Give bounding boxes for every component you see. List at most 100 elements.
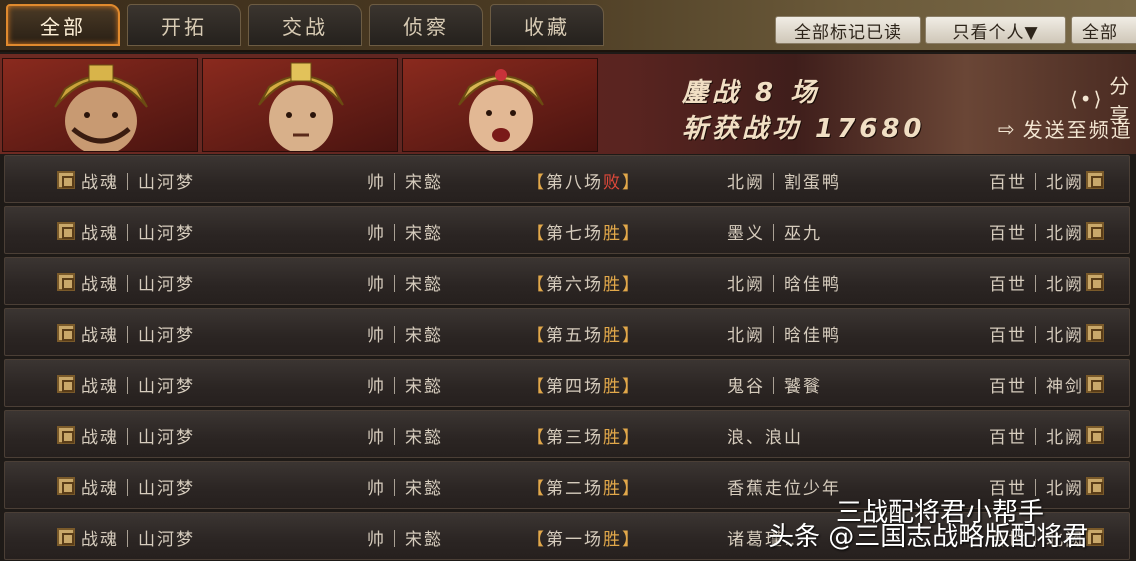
round-name: 第七场 xyxy=(546,223,603,244)
tab-favorite[interactable]: 收藏 xyxy=(490,4,604,46)
battle-row[interactable]: 战魂｜山河梦 帅｜宋懿 【 第四场胜 】 鬼谷｜饕餮 百世｜神剑 xyxy=(4,359,1130,407)
bracket-open: 【 xyxy=(527,325,546,346)
alliance-emblem-icon xyxy=(1086,222,1104,240)
battle-row[interactable]: 战魂｜山河梦 帅｜宋懿 【 第七场胜 】 墨义｜巫九 百世｜北阙 xyxy=(4,206,1130,254)
alliance-emblem-icon xyxy=(57,477,75,495)
filter-all-dropdown[interactable]: 全部 xyxy=(1071,16,1136,44)
left-team: 战魂｜山河梦 xyxy=(81,274,195,295)
result-badge: 败 xyxy=(603,172,622,193)
alliance-emblem-icon xyxy=(57,426,75,444)
alliance-emblem-icon xyxy=(57,375,75,393)
alliance-emblem-icon xyxy=(1086,528,1104,546)
filter-personal-dropdown[interactable]: 只看个人▼ xyxy=(925,16,1066,44)
right-general: 北阙｜割蛋鸭 xyxy=(727,172,841,193)
battle-summary-banner: 鏖战 8 场 斩获战功 17680 ⟨•⟩ 分享 ⇨ 发送至频道 xyxy=(0,54,1136,154)
round-label: 【 第一场胜 】 xyxy=(527,513,641,561)
result-badge: 胜 xyxy=(603,376,622,397)
left-team-cell: 战魂｜山河梦 xyxy=(57,258,195,306)
mark-all-read-button[interactable]: 全部标记已读 xyxy=(775,16,921,44)
right-general: 北阙｜晗佳鸭 xyxy=(727,325,841,346)
left-team: 战魂｜山河梦 xyxy=(81,223,195,244)
bracket-open: 【 xyxy=(527,478,546,499)
round-label: 【 第六场胜 】 xyxy=(527,258,641,306)
left-general: 帅｜宋懿 xyxy=(367,427,443,448)
alliance-emblem-icon xyxy=(57,528,75,546)
tab-scout[interactable]: 侦察 xyxy=(369,4,483,46)
right-team-cell: 百世｜神剑 xyxy=(989,360,1104,408)
result-badge: 胜 xyxy=(603,274,622,295)
bracket-close: 】 xyxy=(622,172,641,193)
right-team-cell: 百世｜北阙 xyxy=(989,411,1104,459)
general-portrait xyxy=(2,58,198,152)
tab-battle[interactable]: 交战 xyxy=(248,4,362,46)
round-name: 第五场 xyxy=(546,325,603,346)
bracket-open: 【 xyxy=(527,172,546,193)
round-label: 【 第八场败 】 xyxy=(527,156,641,204)
send-label: 发送至频道 xyxy=(1022,118,1133,142)
round-name: 第一场 xyxy=(546,529,603,550)
bracket-open: 【 xyxy=(527,427,546,448)
right-team: 百世｜北阙 xyxy=(989,427,1084,448)
right-general: 香蕉走位少年 xyxy=(727,478,841,499)
right-team-cell: 百世｜北阙 xyxy=(989,156,1104,204)
round-name: 第八场 xyxy=(546,172,603,193)
tab-all[interactable]: 全部 xyxy=(6,4,120,46)
left-team-cell: 战魂｜山河梦 xyxy=(57,309,195,357)
send-to-channel-button[interactable]: ⇨ 发送至频道 xyxy=(998,114,1136,143)
result-badge: 胜 xyxy=(603,427,622,448)
round-label: 【 第七场胜 】 xyxy=(527,207,641,255)
battle-row[interactable]: 战魂｜山河梦 帅｜宋懿 【 第八场败 】 北阙｜割蛋鸭 百世｜北阙 xyxy=(4,155,1130,203)
alliance-emblem-icon xyxy=(1086,477,1104,495)
battle-row[interactable]: 战魂｜山河梦 帅｜宋懿 【 第五场胜 】 北阙｜晗佳鸭 百世｜北阙 xyxy=(4,308,1130,356)
right-general: 北阙｜晗佳鸭 xyxy=(727,274,841,295)
left-team-cell: 战魂｜山河梦 xyxy=(57,360,195,408)
result-badge: 胜 xyxy=(603,223,622,244)
right-team-cell: 百世｜北阙 xyxy=(989,258,1104,306)
right-team: 百世｜神剑 xyxy=(989,376,1084,397)
alliance-emblem-icon xyxy=(1086,324,1104,342)
left-general: 帅｜宋懿 xyxy=(367,223,443,244)
general-portrait xyxy=(402,58,598,152)
left-general: 帅｜宋懿 xyxy=(367,274,443,295)
bracket-close: 】 xyxy=(622,529,641,550)
left-general: 帅｜宋懿 xyxy=(367,529,443,550)
bracket-close: 】 xyxy=(622,223,641,244)
battle-row[interactable]: 战魂｜山河梦 帅｜宋懿 【 第六场胜 】 北阙｜晗佳鸭 百世｜北阙 xyxy=(4,257,1130,305)
alliance-emblem-icon xyxy=(57,273,75,291)
top-bar: 全部 开拓 交战 侦察 收藏 全部标记已读 只看个人▼ 全部 xyxy=(0,0,1136,52)
right-team: 百世｜北阙 xyxy=(989,223,1084,244)
left-team-cell: 战魂｜山河梦 xyxy=(57,411,195,459)
result-badge: 胜 xyxy=(603,478,622,499)
alliance-emblem-icon xyxy=(1086,171,1104,189)
right-team: 百世｜北阙 xyxy=(989,325,1084,346)
left-team: 战魂｜山河梦 xyxy=(81,325,195,346)
alliance-emblem-icon xyxy=(1086,273,1104,291)
alliance-emblem-icon xyxy=(1086,375,1104,393)
result-badge: 胜 xyxy=(603,529,622,550)
round-name: 第三场 xyxy=(546,427,603,448)
round-label: 【 第五场胜 】 xyxy=(527,309,641,357)
left-team-cell: 战魂｜山河梦 xyxy=(57,513,195,561)
general-portrait xyxy=(202,58,398,152)
alliance-emblem-icon xyxy=(57,171,75,189)
left-team: 战魂｜山河梦 xyxy=(81,529,195,550)
right-general: 墨义｜巫九 xyxy=(727,223,822,244)
left-general: 帅｜宋懿 xyxy=(367,172,443,193)
round-label: 【 第三场胜 】 xyxy=(527,411,641,459)
bracket-open: 【 xyxy=(527,376,546,397)
bracket-close: 】 xyxy=(622,376,641,397)
bracket-open: 【 xyxy=(527,223,546,244)
alliance-emblem-icon xyxy=(57,222,75,240)
left-general: 帅｜宋懿 xyxy=(367,325,443,346)
round-label: 【 第二场胜 】 xyxy=(527,462,641,510)
alliance-emblem-icon xyxy=(1086,426,1104,444)
round-label: 【 第四场胜 】 xyxy=(527,360,641,408)
left-team: 战魂｜山河梦 xyxy=(81,172,195,193)
left-team: 战魂｜山河梦 xyxy=(81,478,195,499)
watermark-line2: 头条 @三国志战略版配将君 xyxy=(768,522,1089,552)
merit-total: 斩获战功 17680 xyxy=(682,114,926,144)
battle-row[interactable]: 战魂｜山河梦 帅｜宋懿 【 第三场胜 】 浪、浪山 百世｜北阙 xyxy=(4,410,1130,458)
bracket-close: 】 xyxy=(622,274,641,295)
round-name: 第六场 xyxy=(546,274,603,295)
tab-expand[interactable]: 开拓 xyxy=(127,4,241,46)
